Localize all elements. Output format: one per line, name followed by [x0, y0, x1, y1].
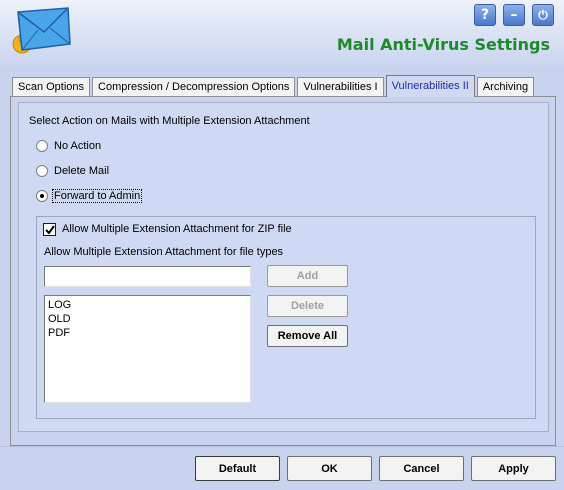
radio-delete-mail-label[interactable]: Delete Mail	[54, 165, 109, 177]
radio-no-action[interactable]	[36, 140, 48, 152]
tab-strip: Scan Options Compression / Decompression…	[12, 75, 536, 97]
default-button[interactable]: Default	[195, 456, 280, 481]
cancel-button[interactable]: Cancel	[379, 456, 464, 481]
minimize-icon: –	[510, 7, 518, 23]
mail-envelope-icon	[12, 7, 71, 54]
apply-button[interactable]: Apply	[471, 456, 556, 481]
tab-archiving[interactable]: Archiving	[476, 77, 535, 97]
header: Mail Anti-Virus Settings ? – ⏻	[0, 0, 564, 72]
checkmark-icon	[45, 225, 55, 235]
tab-panel: Select Action on Mails with Multiple Ext…	[10, 96, 556, 446]
radio-forward-to-admin-label[interactable]: Forward to Admin	[52, 189, 143, 203]
tab-vulnerabilities-1[interactable]: Vulnerabilities I	[297, 77, 384, 97]
close-button[interactable]: ⏻	[532, 4, 554, 26]
help-button[interactable]: ?	[474, 4, 496, 26]
file-types-list[interactable]: LOG OLD PDF	[44, 295, 251, 403]
zip-checkbox-label[interactable]: Allow Multiple Extension Attachment for …	[62, 223, 292, 235]
remove-all-button[interactable]: Remove All	[267, 325, 348, 347]
action-heading: Select Action on Mails with Multiple Ext…	[29, 115, 310, 127]
radio-forward-to-admin[interactable]	[36, 190, 48, 202]
add-button[interactable]: Add	[267, 265, 348, 287]
power-icon: ⏻	[538, 7, 548, 22]
help-icon: ?	[480, 7, 490, 23]
minimize-button[interactable]: –	[503, 4, 525, 26]
file-types-heading: Allow Multiple Extension Attachment for …	[44, 246, 284, 258]
tab-scan-options[interactable]: Scan Options	[12, 77, 91, 97]
footer-divider	[0, 446, 564, 447]
settings-panel: Select Action on Mails with Multiple Ext…	[18, 102, 549, 432]
file-types-group: Allow Multiple Extension Attachment for …	[36, 216, 536, 419]
tab-compression-options[interactable]: Compression / Decompression Options	[92, 77, 296, 97]
file-type-input[interactable]	[44, 266, 251, 287]
list-item[interactable]: PDF	[48, 326, 247, 340]
list-item[interactable]: OLD	[48, 312, 247, 326]
ok-button[interactable]: OK	[287, 456, 372, 481]
delete-button[interactable]: Delete	[267, 295, 348, 317]
radio-delete-mail[interactable]	[36, 165, 48, 177]
radio-no-action-label[interactable]: No Action	[54, 140, 101, 152]
list-item[interactable]: LOG	[48, 298, 247, 312]
zip-checkbox[interactable]	[43, 223, 56, 236]
tab-vulnerabilities-2[interactable]: Vulnerabilities II	[385, 75, 475, 97]
window-title: Mail Anti-Virus Settings	[336, 35, 550, 54]
